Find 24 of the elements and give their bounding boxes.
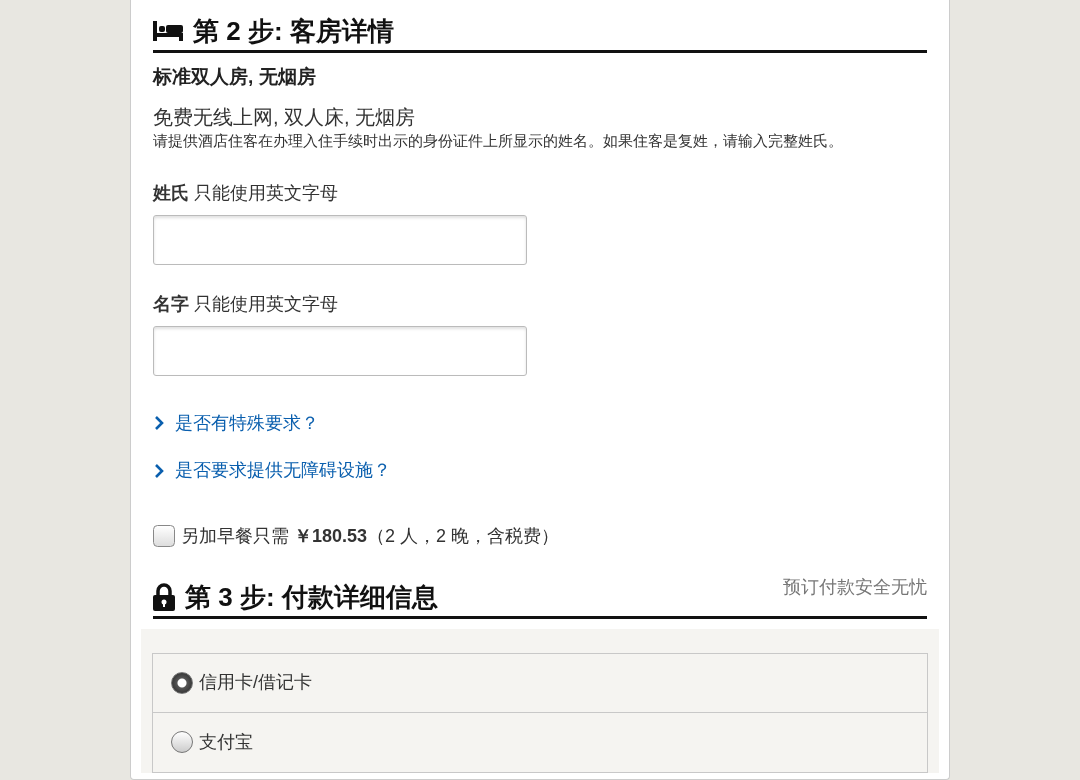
chevron-icon xyxy=(153,463,165,478)
payment-option[interactable]: 信用卡/借记卡 xyxy=(152,652,928,713)
input-field[interactable] xyxy=(153,214,527,265)
room-features: 免费无线上网, 双人床, 无烟房 xyxy=(153,104,417,130)
bed-icon xyxy=(153,21,183,41)
section-title: 第 2 步: 客房详情 xyxy=(193,15,394,48)
checkbox[interactable] xyxy=(153,525,175,547)
expand-link[interactable]: 是否有特殊要求？ xyxy=(153,409,319,437)
breakfast-offer-text: 另加早餐只需 ￥180.53（2 人，2 晚，含税费） xyxy=(181,524,560,548)
field-label: 名字 xyxy=(153,293,189,314)
radio-button[interactable] xyxy=(171,671,193,694)
input-field[interactable] xyxy=(153,325,527,376)
radio-button[interactable] xyxy=(171,731,193,753)
expand-link[interactable]: 是否要求提供无障碍设施？ xyxy=(153,457,391,484)
chevron-icon xyxy=(153,416,165,430)
room-name: 标准双人房, 无烟房 xyxy=(153,65,317,89)
field-hint: 只能使用英文字母 xyxy=(194,293,338,314)
section-title: 第 3 步: 付款详细信息 xyxy=(185,580,438,614)
secure-payment-note: 预订付款安全无忧 xyxy=(783,575,927,599)
field-hint: 只能使用英文字母 xyxy=(194,182,338,203)
lock-icon xyxy=(153,582,175,611)
instruction-text: 请提供酒店住客在办理入住手续时出示的身份证件上所显示的姓名。如果住客是复姓，请输入完整姓氏。 xyxy=(153,130,844,151)
field-label: 姓氏 xyxy=(153,182,189,203)
payment-option[interactable]: 支付宝 xyxy=(152,712,928,773)
